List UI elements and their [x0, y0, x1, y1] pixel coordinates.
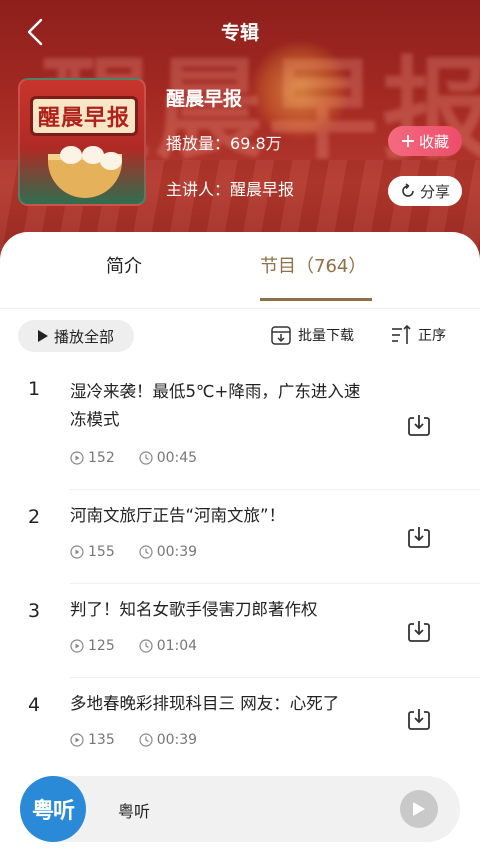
- player-title: 粤听: [118, 802, 151, 821]
- episode-plays: 135: [70, 732, 115, 748]
- tab-divider: [0, 308, 480, 309]
- episode-meta: 135 00:39: [70, 732, 197, 748]
- download-icon[interactable]: [406, 706, 432, 732]
- sun-decoration: [250, 40, 350, 140]
- episode-plays-value: 135: [88, 732, 115, 748]
- episode-plays-value: 152: [88, 450, 115, 466]
- share-icon: [402, 183, 414, 197]
- album-host: 主讲人：醒晨早报: [166, 176, 294, 200]
- play-all-button[interactable]: 播放全部: [18, 320, 134, 352]
- host-name: 醒晨早报: [230, 180, 295, 199]
- album-cover: 醒晨早报: [18, 78, 146, 206]
- download-icon[interactable]: [406, 618, 432, 644]
- batch-download-button[interactable]: 批量下载: [270, 324, 354, 346]
- episode-plays: 125: [70, 638, 115, 654]
- batch-download-label: 批量下载: [298, 328, 354, 344]
- tab-bar: 简介 节目（764）: [0, 248, 480, 309]
- episode-meta: 125 01:04: [70, 638, 197, 654]
- episode-index: 3: [28, 600, 41, 622]
- plays-value: 69.8万: [230, 134, 282, 153]
- batch-download-icon: [271, 326, 291, 345]
- episode-meta: 152 00:45: [70, 450, 197, 466]
- sort-order-button[interactable]: 正序: [390, 324, 446, 346]
- play-count-icon: [70, 639, 84, 653]
- album-name: 醒晨早报: [166, 88, 243, 110]
- episode-duration-value: 00:45: [156, 450, 198, 466]
- tab-intro[interactable]: 简介: [106, 252, 142, 278]
- episode-row[interactable]: 3 判了！知名女歌手侵害刀郎著作权 125 01:04: [0, 584, 480, 678]
- play-icon: [413, 802, 425, 816]
- episode-duration: 00:45: [139, 450, 197, 466]
- play-all-label: 播放全部: [53, 327, 114, 346]
- clock-icon: [139, 545, 153, 559]
- favorite-button[interactable]: 收藏: [388, 126, 462, 156]
- episode-title: 判了！知名女歌手侵害刀郎著作权: [70, 600, 318, 619]
- cover-logo-text: 醒晨早报: [30, 96, 138, 136]
- clock-icon: [139, 639, 153, 653]
- episode-index: 1: [28, 378, 41, 400]
- episode-duration: 00:39: [139, 544, 197, 560]
- episode-index: 2: [28, 506, 41, 528]
- episode-list: 1 湿冷来袭！最低5℃+降雨，广东进入速冻模式 152 00:45 2 河南文旅…: [0, 366, 480, 772]
- content-panel: 简介 节目（764） 播放全部 批量下载 正序 1 湿冷来袭！最低5℃+降雨，广…: [0, 232, 480, 852]
- sort-icon: [392, 324, 411, 344]
- play-count-icon: [70, 733, 84, 747]
- album-plays: 播放量：69.8万: [166, 130, 282, 154]
- download-icon[interactable]: [406, 524, 432, 550]
- plays-label: 播放量：: [166, 134, 231, 153]
- active-tab-indicator: [260, 298, 372, 301]
- episode-title: 多地春晚彩排现科目三 网友：心死了: [70, 694, 340, 713]
- sort-order-label: 正序: [418, 328, 446, 344]
- episode-plays-value: 125: [88, 638, 115, 654]
- host-label: 主讲人：: [166, 180, 231, 199]
- clock-icon: [139, 733, 153, 747]
- player-logo: 粤听: [20, 776, 86, 842]
- episode-index: 4: [28, 694, 41, 716]
- episode-plays: 155: [70, 544, 115, 560]
- play-count-icon: [70, 451, 84, 465]
- plus-icon: [401, 135, 414, 147]
- page-title: 专辑: [220, 22, 259, 44]
- share-label: 分享: [419, 182, 450, 201]
- play-icon: [37, 330, 48, 342]
- episode-meta: 155 00:39: [70, 544, 197, 560]
- play-count-icon: [70, 545, 84, 559]
- tab-programs[interactable]: 节目（764）: [260, 252, 366, 278]
- episode-row[interactable]: 2 河南文旅厅正告“河南文旅”！ 155 00:39: [0, 490, 480, 584]
- share-button[interactable]: 分享: [388, 176, 462, 206]
- episode-duration-value: 01:04: [156, 638, 198, 654]
- player-play-button[interactable]: [400, 790, 438, 828]
- episode-duration-value: 00:39: [156, 544, 198, 560]
- cover-bun: [60, 146, 82, 164]
- favorite-label: 收藏: [418, 132, 449, 151]
- episode-title: 河南文旅厅正告“河南文旅”！: [70, 506, 286, 525]
- clock-icon: [139, 451, 153, 465]
- episode-row[interactable]: 4 多地春晚彩排现科目三 网友：心死了 135 00:39: [0, 678, 480, 772]
- album-header: 醒晨早报 专辑 醒晨早报 醒晨早报 播放量：69.8万 主讲人：醒晨早报 收藏 …: [0, 0, 480, 262]
- episode-row[interactable]: 1 湿冷来袭！最低5℃+降雨，广东进入速冻模式 152 00:45: [0, 366, 480, 490]
- mini-player[interactable]: 粤听 粤听: [20, 776, 460, 842]
- episode-duration-value: 00:39: [156, 732, 198, 748]
- episode-plays: 152: [70, 450, 115, 466]
- episode-plays-value: 155: [88, 544, 115, 560]
- episode-title: 湿冷来袭！最低5℃+降雨，广东进入速冻模式: [70, 382, 361, 429]
- cover-bun: [100, 152, 122, 170]
- episode-duration: 01:04: [139, 638, 197, 654]
- episode-duration: 00:39: [139, 732, 197, 748]
- download-icon[interactable]: [406, 412, 432, 438]
